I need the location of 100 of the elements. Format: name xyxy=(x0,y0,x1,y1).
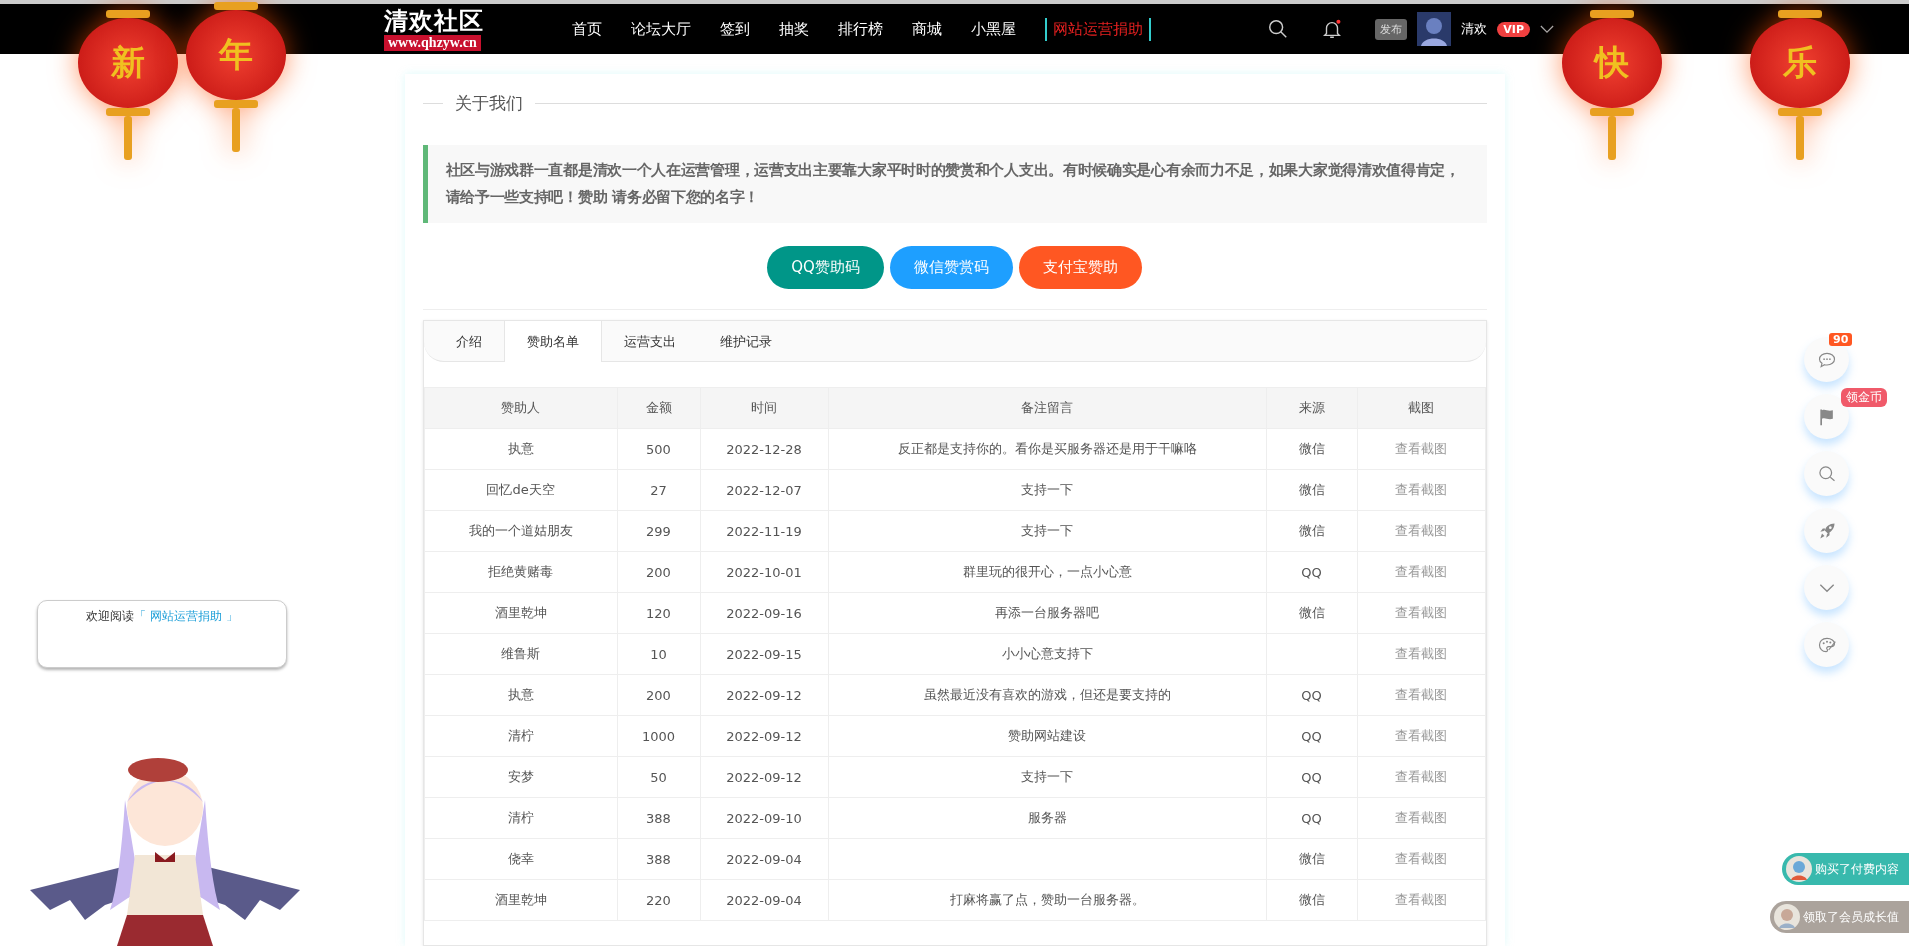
table-cell: 388 xyxy=(646,810,671,826)
view-screenshot-link[interactable]: 查看截图 xyxy=(1395,769,1447,784)
view-screenshot-link[interactable]: 查看截图 xyxy=(1395,687,1447,702)
view-screenshot-link[interactable]: 查看截图 xyxy=(1395,851,1447,866)
nav-link[interactable]: 商城 xyxy=(912,19,942,39)
table-cell: 200 xyxy=(646,564,671,580)
table-cell: 299 xyxy=(646,523,671,539)
nav-link[interactable]: 论坛大厅 xyxy=(631,19,691,39)
lantern-drawing: 新 xyxy=(78,10,178,160)
column-header: 来源 xyxy=(1266,387,1357,429)
table-cell: 执意 xyxy=(507,441,534,456)
table-cell: 我的一个道姑朋友 xyxy=(468,523,573,538)
view-screenshot-link[interactable]: 查看截图 xyxy=(1395,646,1447,661)
lantern-drawing: 快 xyxy=(1562,10,1662,160)
table-cell: 27 xyxy=(650,482,667,498)
table-cell: QQ xyxy=(1301,810,1322,826)
table-cell: 2022-09-12 xyxy=(726,769,802,785)
view-screenshot-link[interactable]: 查看截图 xyxy=(1395,728,1447,743)
table-cell: 220 xyxy=(646,892,671,908)
table-cell: 2022-09-12 xyxy=(726,687,802,703)
view-screenshot-link[interactable]: 查看截图 xyxy=(1395,892,1447,907)
view-screenshot-link[interactable]: 查看截图 xyxy=(1395,810,1447,825)
table-cell: 回忆de天空 xyxy=(486,482,555,497)
table-cell: 打麻将赢了点，赞助一台服务器。 xyxy=(949,892,1145,907)
table-cell: 2022-09-12 xyxy=(726,728,802,744)
table-cell: 微信 xyxy=(1298,523,1325,538)
donate-button[interactable]: 微信赞赏码 xyxy=(889,246,1013,289)
search-icon[interactable] xyxy=(1267,18,1290,40)
table-cell: 维鲁斯 xyxy=(501,646,540,661)
table-cell: 2022-11-19 xyxy=(726,523,802,539)
table-cell: 服务器 xyxy=(1027,810,1067,825)
table-cell: 2022-09-15 xyxy=(726,646,802,662)
comment-button[interactable] xyxy=(1804,337,1849,382)
count-badge: 90 xyxy=(1829,333,1853,346)
chevron-down-icon[interactable] xyxy=(1540,24,1554,34)
table-cell: 清柠 xyxy=(507,728,534,743)
tab[interactable]: 维护记录 xyxy=(697,321,794,362)
nav-link[interactable]: 小黑屋 xyxy=(971,19,1016,39)
site-logo[interactable]: 清欢社区 www.qhzyw.cn xyxy=(384,7,520,51)
section-title: 关于我们 xyxy=(454,92,523,115)
article-link[interactable]: 「 网站运营捐助 」 xyxy=(134,609,238,623)
column-header: 金额 xyxy=(617,387,700,429)
table-cell: 10 xyxy=(650,646,667,662)
table-cell: 388 xyxy=(646,851,671,867)
publish-button[interactable]: 发布 xyxy=(1375,18,1408,40)
welcome-text: 欢迎阅读 xyxy=(86,609,135,623)
table-cell: 2022-09-10 xyxy=(726,810,802,826)
table-cell: 微信 xyxy=(1298,851,1325,866)
user-name[interactable]: 清欢 xyxy=(1461,20,1488,38)
table-cell: 赞助网站建设 xyxy=(1008,728,1086,743)
toast-text: 领取了会员成长值 xyxy=(1803,908,1899,926)
palette-button[interactable] xyxy=(1804,622,1849,667)
table-cell: 清柠 xyxy=(507,810,534,825)
table-cell: 微信 xyxy=(1298,892,1325,907)
view-screenshot-link[interactable]: 查看截图 xyxy=(1395,605,1447,620)
avatar[interactable] xyxy=(1417,9,1452,49)
table-cell: 虽然最近没有喜欢的游戏，但还是要支持的 xyxy=(923,687,1171,702)
table-cell: 酒里乾坤 xyxy=(494,892,547,907)
nav-link[interactable]: 抽奖 xyxy=(779,19,809,39)
rocket-button[interactable] xyxy=(1804,508,1849,553)
donate-button[interactable]: QQ赞助码 xyxy=(767,246,884,289)
notice-text: 社区与游戏群一直都是清欢一个人在运营管理，运营支出主要靠大家平时时的赞赏和个人支出。有时候确实是心有余而力不足，如果大家觉得清欢值得肯定，请给予一些支持吧！赞助 请务必留下您的名字！ xyxy=(422,145,1487,223)
tab[interactable]: 介绍 xyxy=(433,321,504,362)
avatar xyxy=(1786,856,1812,882)
table-cell: 反正都是支持你的。看你是买服务器还是用于干嘛咯 xyxy=(897,441,1197,456)
table-cell: 2022-09-16 xyxy=(726,605,802,621)
table-cell: QQ xyxy=(1301,769,1322,785)
lantern-drawing: 年 xyxy=(186,2,286,152)
nav-link[interactable]: 首页 xyxy=(572,19,602,39)
table-cell: 群里玩的很开心，一点小心意 xyxy=(962,564,1132,579)
table-cell: 2022-09-04 xyxy=(726,851,802,867)
table-cell: 50 xyxy=(650,769,667,785)
column-header: 备注留言 xyxy=(828,387,1266,429)
donate-button[interactable]: 支付宝赞助 xyxy=(1018,246,1142,289)
view-screenshot-link[interactable]: 查看截图 xyxy=(1395,523,1447,538)
table-cell: 执意 xyxy=(507,687,534,702)
table-cell: 微信 xyxy=(1298,441,1325,456)
table-cell: QQ xyxy=(1301,687,1322,703)
tab[interactable]: 运营支出 xyxy=(601,321,698,362)
nav-link[interactable]: 排行榜 xyxy=(838,19,883,39)
table-cell: 120 xyxy=(646,605,671,621)
table-cell: 500 xyxy=(646,441,671,457)
coin-tip[interactable]: 领金币 xyxy=(1841,388,1887,407)
view-screenshot-link[interactable]: 查看截图 xyxy=(1395,482,1447,497)
vip-badge: VIP xyxy=(1497,21,1530,37)
table-cell: 支持一下 xyxy=(1021,523,1073,538)
tab[interactable]: 赞助名单 xyxy=(503,321,602,362)
lantern-drawing: 乐 xyxy=(1750,10,1850,160)
view-screenshot-link[interactable]: 查看截图 xyxy=(1395,441,1447,456)
table-cell: QQ xyxy=(1301,728,1322,744)
table-cell: 安梦 xyxy=(507,769,534,784)
search-button[interactable] xyxy=(1804,451,1849,496)
table-cell: 2022-10-01 xyxy=(726,564,802,580)
table-cell: 酒里乾坤 xyxy=(494,605,547,620)
column-header: 截图 xyxy=(1357,387,1485,429)
nav-link[interactable]: 签到 xyxy=(720,19,750,39)
table-cell: 再添一台服务器吧 xyxy=(995,605,1099,620)
view-screenshot-link[interactable]: 查看截图 xyxy=(1395,564,1447,579)
toast-text: 购买了付费内容 xyxy=(1815,860,1899,878)
table-cell: 2022-12-07 xyxy=(726,482,802,498)
